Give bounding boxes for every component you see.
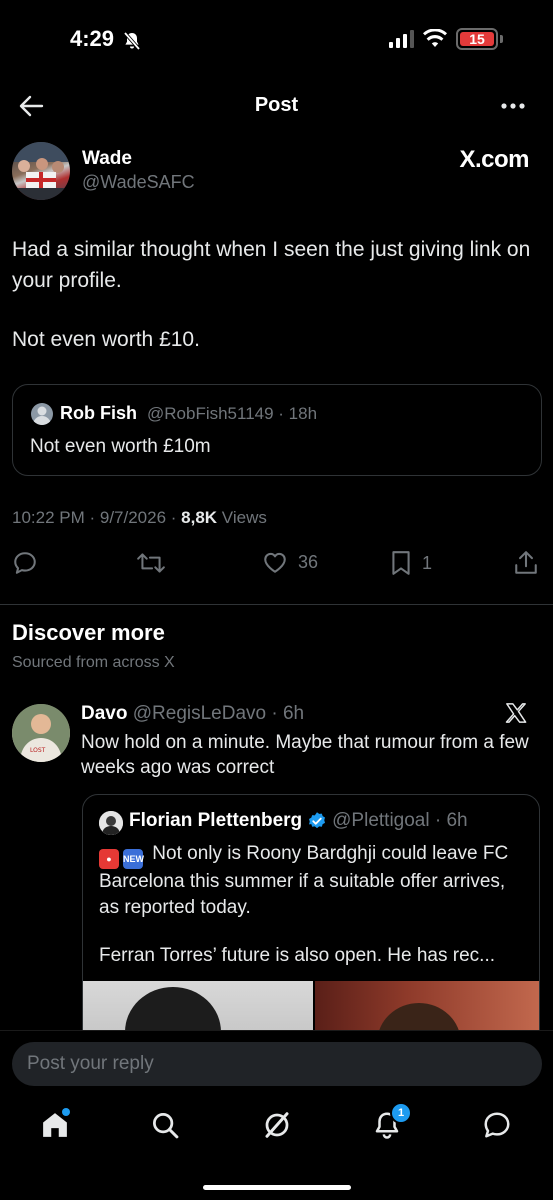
view-count[interactable]: 8,8K [181,508,217,527]
repost-icon [137,553,165,573]
grok-icon [265,1112,289,1138]
feed-author-name[interactable]: Davo [81,703,127,724]
author-avatar[interactable] [12,142,70,200]
tweet-timestamp: 10:22 PM · 9/7/2026 · [12,508,182,527]
share-icon [515,551,537,574]
status-indicators: 15 [388,28,503,50]
tweet-actions: 36 1 [0,546,553,580]
nav-search[interactable] [150,1110,182,1142]
x-com-logo: X.com [459,146,529,173]
feed-quoted-paragraph: Not only is Roony Bardghji could leave F… [99,843,509,918]
bookmark-count: 1 [422,552,433,573]
wifi-icon [422,29,448,49]
like-count: 36 [298,551,319,572]
feed-quoted-meta: @Plettigoal · 6h [332,810,468,831]
feed-quoted-paragraph: Ferran Torres’ future is also open. He h… [99,945,496,966]
tweet-meta: 10:22 PM · 9/7/2026 · 8,8K Views [12,508,267,528]
feed-post-header[interactable]: Davo @RegisLeDavo · 6h [81,703,304,725]
heart-icon [264,552,286,573]
page-title: Post [254,94,299,116]
tweet-paragraph: Had a similar thought when I seen the ju… [12,238,531,292]
feed-author-meta: @RegisLeDavo · 6h [132,703,305,724]
discover-subtitle: Sourced from across X [12,654,175,671]
section-divider [0,604,553,605]
signal-icon [388,30,414,48]
nav-grok[interactable] [262,1110,294,1142]
bottom-navigation: 1 [0,1102,553,1146]
siren-icon: ● [99,849,119,869]
reply-input[interactable] [12,1042,542,1086]
feed-quoted-text: ● NEW Not only is Roony Bardghji could le… [99,841,529,969]
reply-icon [14,552,36,574]
home-new-dot [62,1108,70,1116]
feed-post-text: Now hold on a minute. Maybe that rumour … [81,732,529,778]
nav-notifications[interactable]: 1 [372,1102,412,1142]
quoted-tweet[interactable]: Rob Fish @RobFish51149 · 18h Not even wo… [12,384,542,476]
verified-badge-icon [307,811,327,831]
silent-bell-icon [122,31,142,51]
feed-quoted-avatar [99,811,123,835]
more-options-button[interactable] [500,96,526,116]
status-time: 4:29 [70,26,115,51]
feed-quoted-author-name: Florian Plettenberg [129,810,303,831]
feed-quoted-post[interactable]: Florian Plettenberg @Plettigoal · 6h ● NE… [82,794,540,1054]
discover-title: Discover more [12,620,165,645]
home-indicator [203,1185,351,1190]
bookmark-button[interactable]: 1 [390,550,432,576]
author-handle[interactable]: @WadeSAFC [82,172,195,193]
nav-home[interactable] [40,1108,72,1142]
repost-button[interactable] [136,550,166,576]
views-label: Views [217,508,267,527]
tweet-text: Had a similar thought when I seen the ju… [12,234,542,383]
share-button[interactable] [514,550,538,576]
x-logo-icon [505,702,527,724]
more-icon [501,103,525,109]
quoted-avatar [31,403,53,425]
search-icon [153,1113,179,1139]
quoted-text: Not even worth £10m [30,436,211,457]
feed-author-avatar[interactable]: LOST [12,704,70,762]
svg-text:LOST: LOST [30,747,46,754]
like-button[interactable]: 36 [262,550,318,574]
messages-icon [484,1112,510,1138]
feed-quoted-header: Florian Plettenberg @Plettigoal · 6h [129,810,468,832]
nav-messages[interactable] [482,1110,514,1142]
new-icon: NEW [123,849,144,869]
quoted-meta: @RobFish51149 · 18h [147,404,318,423]
author-name[interactable]: Wade [82,148,132,170]
notification-badge: 1 [390,1102,412,1124]
tweet-paragraph: Not even worth £10. [12,328,200,351]
bookmark-icon [392,551,410,575]
reply-button[interactable] [12,550,38,576]
quoted-author-name: Rob Fish [60,403,137,423]
battery-indicator: 15 [456,28,498,50]
